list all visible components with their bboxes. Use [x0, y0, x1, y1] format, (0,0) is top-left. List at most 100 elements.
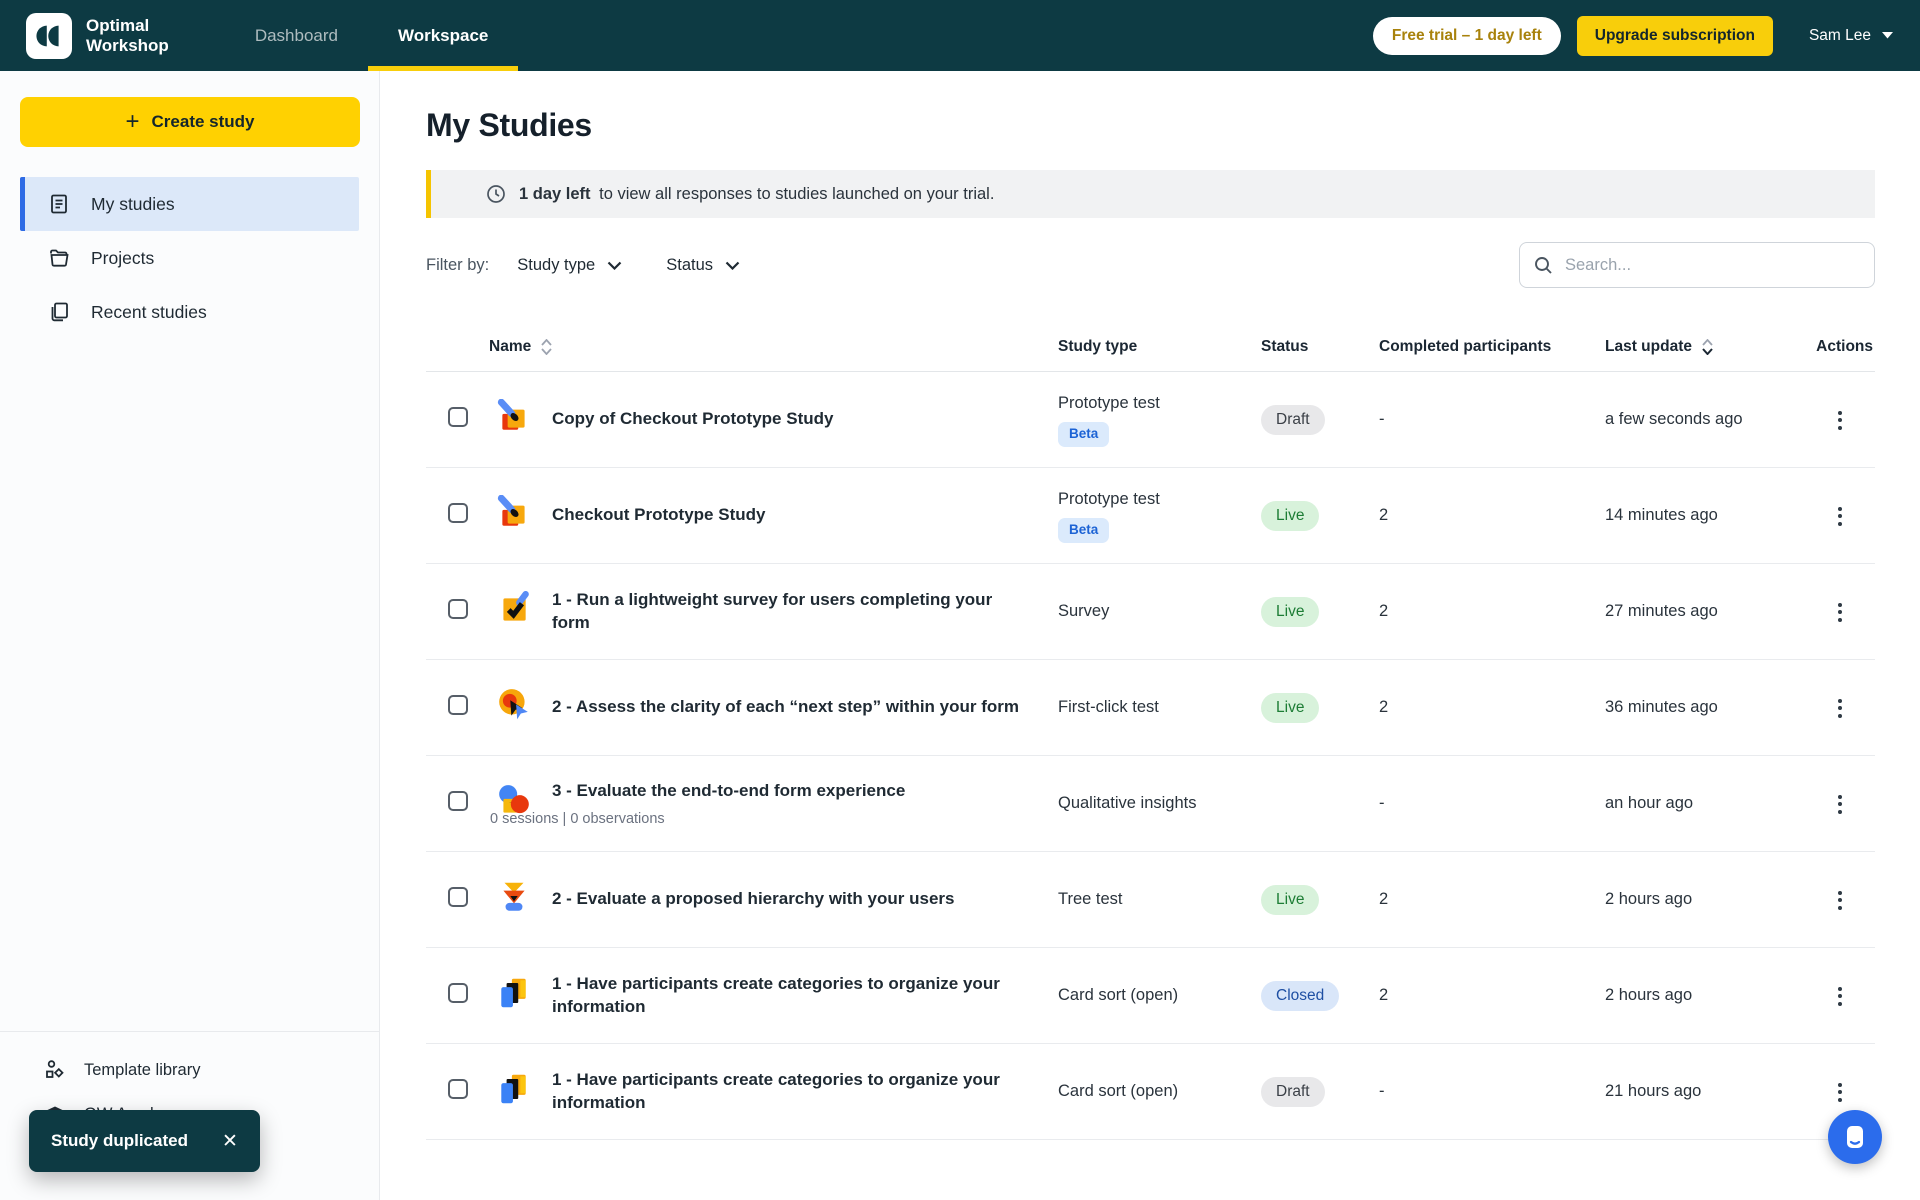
column-header-actions: Actions	[1805, 338, 1875, 356]
sort-icon[interactable]	[541, 339, 552, 355]
row-checkbox[interactable]	[448, 407, 468, 427]
brand-name: Optimal Workshop	[86, 16, 169, 55]
completed-participants-value: 2	[1379, 602, 1605, 621]
search-box	[1519, 242, 1875, 288]
table-row[interactable]: 1 - Have participants create categories …	[426, 948, 1875, 1044]
tab-workspace[interactable]: Workspace	[368, 0, 518, 71]
sidebar: + Create study My studies Projects Re	[0, 71, 380, 1200]
study-name-link[interactable]: 2 - Evaluate a proposed hierarchy with y…	[552, 888, 1028, 911]
chat-icon	[1841, 1123, 1869, 1151]
survey-icon	[496, 591, 532, 627]
table-row[interactable]: Checkout Prototype Study Prototype test …	[426, 468, 1875, 564]
study-name-link[interactable]: 1 - Have participants create categories …	[552, 1069, 1028, 1115]
document-icon	[47, 192, 71, 216]
column-header-name[interactable]: Name	[489, 338, 531, 356]
status-badge: Live	[1261, 693, 1319, 723]
last-update-value: 2 hours ago	[1605, 983, 1692, 1008]
completed-participants-value: 2	[1379, 506, 1605, 525]
status-filter-dropdown[interactable]: Status	[666, 256, 740, 275]
column-header-last-update[interactable]: Last update	[1605, 338, 1692, 356]
shapes-icon	[44, 1059, 66, 1081]
study-name-link[interactable]: 3 - Evaluate the end-to-end form experie…	[552, 780, 1028, 803]
table-row[interactable]: 1 - Have participants create categories …	[426, 1044, 1875, 1140]
study-name-link[interactable]: 2 - Assess the clarity of each “next ste…	[552, 696, 1028, 719]
row-actions-menu[interactable]	[1828, 595, 1852, 630]
table-row[interactable]: 3 - Evaluate the end-to-end form experie…	[426, 756, 1875, 852]
main-content: My Studies 1 day left to view all respon…	[380, 71, 1920, 1200]
row-checkbox[interactable]	[448, 983, 468, 1003]
row-actions-menu[interactable]	[1828, 1075, 1852, 1110]
sidebar-item-recent-studies[interactable]: Recent studies	[20, 285, 359, 339]
last-update-value: 27 minutes ago	[1605, 599, 1718, 624]
first-click-test-icon	[496, 687, 532, 723]
tab-dashboard[interactable]: Dashboard	[225, 0, 368, 71]
page-title: My Studies	[426, 107, 1875, 144]
study-type: Survey	[1058, 600, 1261, 623]
tree-test-icon	[496, 879, 532, 915]
card-sort-icon	[496, 975, 532, 1011]
completed-participants-value: -	[1379, 410, 1605, 429]
last-update-value: an hour ago	[1605, 791, 1693, 816]
last-update-value: 21 hours ago	[1605, 1079, 1701, 1104]
status-badge: Live	[1261, 885, 1319, 915]
study-name-link[interactable]: 1 - Have participants create categories …	[552, 973, 1028, 1019]
last-update-value: 14 minutes ago	[1605, 503, 1718, 528]
row-checkbox[interactable]	[448, 599, 468, 619]
completed-participants-value: 2	[1379, 890, 1605, 909]
row-actions-menu[interactable]	[1828, 499, 1852, 534]
user-menu[interactable]: Sam Lee	[1809, 27, 1894, 45]
row-actions-menu[interactable]	[1828, 691, 1852, 726]
sort-icon-active[interactable]	[1702, 339, 1713, 355]
table-row[interactable]: 2 - Evaluate a proposed hierarchy with y…	[426, 852, 1875, 948]
study-type: Tree test	[1058, 888, 1261, 911]
status-badge: Draft	[1261, 405, 1325, 435]
table-row[interactable]: 2 - Assess the clarity of each “next ste…	[426, 660, 1875, 756]
study-name-link[interactable]: Copy of Checkout Prototype Study	[552, 408, 1028, 431]
table-row[interactable]: Copy of Checkout Prototype Study Prototy…	[426, 372, 1875, 468]
primary-tabs: Dashboard Workspace	[225, 0, 519, 71]
optimal-workshop-logo[interactable]	[26, 13, 72, 59]
last-update-value: 2 hours ago	[1605, 887, 1692, 912]
sidebar-item-template-library[interactable]: Template library	[0, 1048, 379, 1092]
chat-launcher-button[interactable]	[1828, 1110, 1882, 1164]
sidebar-item-projects[interactable]: Projects	[20, 231, 359, 285]
study-type-filter-dropdown[interactable]: Study type	[517, 256, 622, 275]
completed-participants-value: -	[1379, 1082, 1605, 1101]
chevron-down-icon	[725, 261, 740, 270]
completed-participants-value: -	[1379, 794, 1605, 813]
clock-icon	[486, 184, 506, 204]
row-actions-menu[interactable]	[1828, 883, 1852, 918]
study-name-link[interactable]: 1 - Run a lightweight survey for users c…	[552, 589, 1028, 635]
row-checkbox[interactable]	[448, 887, 468, 907]
completed-participants-value: 2	[1379, 986, 1605, 1005]
create-study-button[interactable]: + Create study	[20, 97, 360, 147]
study-type: Card sort (open)	[1058, 984, 1261, 1007]
row-checkbox[interactable]	[448, 695, 468, 715]
column-header-study-type[interactable]: Study type	[1058, 338, 1261, 356]
study-type: Prototype test	[1058, 392, 1261, 415]
column-header-completed-participants[interactable]: Completed participants	[1379, 338, 1605, 356]
study-name-link[interactable]: Checkout Prototype Study	[552, 504, 1028, 527]
row-actions-menu[interactable]	[1828, 403, 1852, 438]
upgrade-subscription-button[interactable]: Upgrade subscription	[1577, 16, 1773, 56]
row-checkbox[interactable]	[448, 1079, 468, 1099]
last-update-value: 36 minutes ago	[1605, 695, 1718, 720]
study-type: Prototype test	[1058, 488, 1261, 511]
row-checkbox[interactable]	[448, 503, 468, 523]
row-actions-menu[interactable]	[1828, 787, 1852, 822]
prototype-test-icon	[496, 495, 532, 531]
chevron-down-icon	[1881, 31, 1894, 40]
stacked-pages-icon	[47, 300, 71, 324]
study-type: First-click test	[1058, 696, 1261, 719]
row-checkbox[interactable]	[448, 791, 468, 811]
beta-badge: Beta	[1058, 518, 1109, 543]
table-header-row: Name Study type Status Completed partici…	[426, 322, 1875, 372]
column-header-status[interactable]: Status	[1261, 338, 1379, 356]
row-actions-menu[interactable]	[1828, 979, 1852, 1014]
table-body: Copy of Checkout Prototype Study Prototy…	[426, 372, 1875, 1140]
search-input[interactable]	[1565, 256, 1860, 275]
last-update-value: a few seconds ago	[1605, 407, 1743, 432]
table-row[interactable]: 1 - Run a lightweight survey for users c…	[426, 564, 1875, 660]
toast-close-icon[interactable]: ✕	[222, 1130, 238, 1153]
sidebar-item-my-studies[interactable]: My studies	[20, 177, 359, 231]
